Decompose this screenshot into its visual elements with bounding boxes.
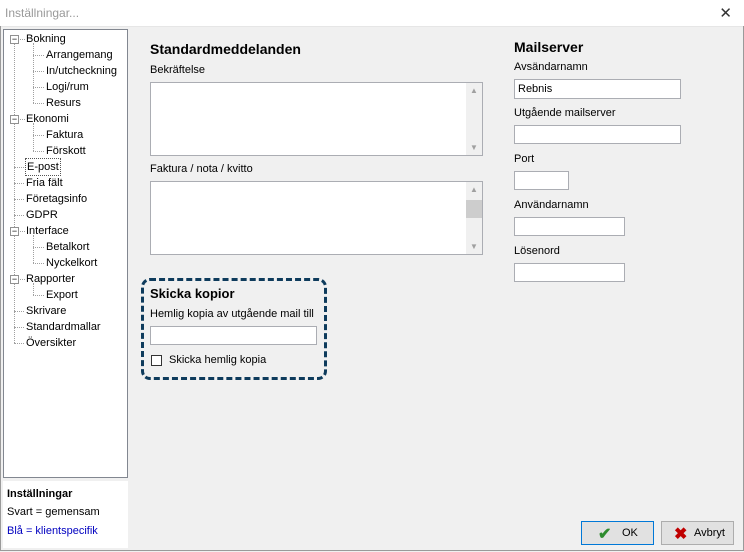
tree-branch-line <box>33 123 34 151</box>
tree-item-e-post[interactable]: E-post <box>25 158 61 176</box>
send-bcc-checkbox[interactable] <box>151 355 162 366</box>
invoice-scrollbar[interactable]: ▲ ▼ <box>466 182 482 254</box>
invoice-label: Faktura / nota / kvitto <box>150 163 253 175</box>
close-icon[interactable]: ✕ <box>719 4 732 22</box>
confirmation-textarea[interactable]: ▲ ▼ <box>150 82 483 156</box>
tree-item-betalkort[interactable]: Betalkort <box>46 239 89 255</box>
send-copies-heading: Skicka kopior <box>150 286 235 301</box>
tree-item-skrivare[interactable]: Skrivare <box>26 303 66 319</box>
checkmark-icon: ✔ <box>598 526 612 543</box>
tree-connector <box>20 231 25 232</box>
title-bar: Inställningar... ✕ <box>0 0 744 27</box>
tree-item-rapporter[interactable]: Rapporter <box>26 271 75 287</box>
tree-item-standardmallar[interactable]: Standardmallar <box>26 319 101 335</box>
tree-item-nyckelkort[interactable]: Nyckelkort <box>46 255 97 271</box>
legend-blue-text: Blå = klientspecifik <box>7 525 98 537</box>
tree-item-interface[interactable]: Interface <box>26 223 69 239</box>
sender-name-input[interactable]: Rebnis <box>514 79 681 99</box>
legend-title: Inställningar <box>7 488 73 500</box>
tree-connector <box>14 327 24 328</box>
confirmation-label: Bekräftelse <box>150 64 206 76</box>
standard-messages-heading: Standardmeddelanden <box>150 41 301 57</box>
tree-connector <box>14 167 24 168</box>
tree-item-forskott[interactable]: Förskott <box>46 143 86 159</box>
tree-connector <box>33 87 44 88</box>
port-input[interactable] <box>514 171 569 190</box>
tree-connector <box>14 183 24 184</box>
cancel-button[interactable]: ✖ Avbryt <box>661 521 734 545</box>
collapse-icon[interactable]: − <box>10 227 19 236</box>
tree-connector <box>20 119 25 120</box>
tree-item-oversikter[interactable]: Översikter <box>26 335 76 351</box>
scrollbar-thumb[interactable] <box>466 200 482 218</box>
tree-branch-line <box>33 235 34 263</box>
tree-item-gdpr[interactable]: GDPR <box>26 207 58 223</box>
outgoing-server-input[interactable] <box>514 125 681 144</box>
tree-connector <box>14 343 24 344</box>
settings-tree[interactable]: − Bokning Arrangemang In/utcheckning Logi/ru… <box>3 29 128 478</box>
tree-item-fria-falt[interactable]: Fria fält <box>26 175 63 191</box>
tree-connector <box>33 55 44 56</box>
scroll-down-icon[interactable]: ▼ <box>470 143 478 152</box>
password-label: Lösenord <box>514 245 560 257</box>
collapse-icon[interactable]: − <box>10 35 19 44</box>
scroll-down-icon[interactable]: ▼ <box>470 242 478 251</box>
username-label: Användarnamn <box>514 199 589 211</box>
confirmation-scrollbar[interactable]: ▲ ▼ <box>466 83 482 155</box>
port-label: Port <box>514 153 535 165</box>
legend-black-text: Svart = gemensam <box>7 506 100 518</box>
tree-item-export[interactable]: Export <box>46 287 78 303</box>
sender-name-label: Avsändarnamn <box>514 61 588 73</box>
tree-item-ekonomi[interactable]: Ekonomi <box>26 111 69 127</box>
username-input[interactable] <box>514 217 625 236</box>
legend-panel: Inställningar Svart = gemensam Blå = kli… <box>3 481 128 548</box>
tree-item-in-utcheckning[interactable]: In/utcheckning <box>46 63 117 79</box>
invoice-textarea[interactable]: ▲ ▼ <box>150 181 483 255</box>
password-input[interactable] <box>514 263 625 282</box>
tree-item-logi-rum[interactable]: Logi/rum <box>46 79 89 95</box>
collapse-icon[interactable]: − <box>10 275 19 284</box>
tree-connector <box>14 199 24 200</box>
tree-connector <box>33 103 44 104</box>
cancel-button-label: Avbryt <box>694 527 725 539</box>
tree-branch-line <box>33 43 34 103</box>
outgoing-server-label: Utgående mailserver <box>514 107 616 119</box>
send-bcc-label: Skicka hemlig kopia <box>169 354 267 366</box>
tree-connector <box>33 263 44 264</box>
cross-icon: ✖ <box>674 526 688 543</box>
scroll-up-icon[interactable]: ▲ <box>470 185 478 194</box>
tree-item-arrangemang[interactable]: Arrangemang <box>46 47 113 63</box>
tree-connector <box>20 279 25 280</box>
tree-item-resurs[interactable]: Resurs <box>46 95 81 111</box>
collapse-icon[interactable]: − <box>10 115 19 124</box>
bcc-input[interactable] <box>150 326 317 345</box>
ok-button-label: OK <box>622 527 638 539</box>
tree-item-bokning[interactable]: Bokning <box>26 31 66 47</box>
bcc-label: Hemlig kopia av utgående mail till <box>150 308 314 320</box>
tree-root-line <box>14 39 15 343</box>
tree-connector <box>33 295 44 296</box>
window-title: Inställningar... <box>5 6 80 20</box>
tree-item-faktura[interactable]: Faktura <box>46 127 83 143</box>
tree-connector <box>33 71 44 72</box>
tree-item-foretagsinfo[interactable]: Företagsinfo <box>26 191 87 207</box>
ok-button[interactable]: ✔ OK <box>581 521 654 545</box>
tree-connector <box>33 151 44 152</box>
tree-connector <box>20 39 25 40</box>
tree-connector <box>14 215 24 216</box>
scroll-up-icon[interactable]: ▲ <box>470 86 478 95</box>
tree-connector <box>33 247 44 248</box>
mailserver-heading: Mailserver <box>514 39 584 55</box>
tree-connector <box>33 135 44 136</box>
tree-connector <box>14 311 24 312</box>
